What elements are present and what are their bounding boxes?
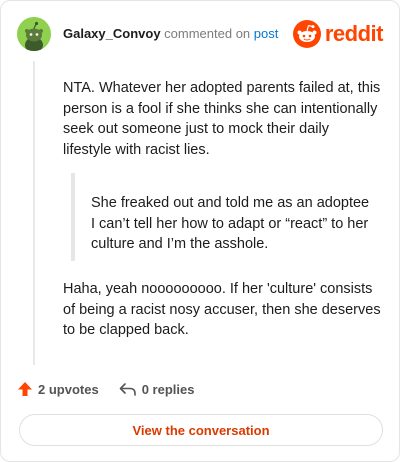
reply-count: 0 replies — [141, 381, 195, 397]
post-link[interactable]: post — [254, 26, 279, 41]
quote-bar — [71, 173, 75, 261]
reply-arrow-icon — [119, 383, 136, 396]
reddit-logo[interactable]: reddit — [292, 19, 384, 49]
upvote-button[interactable]: 2 upvotes — [17, 381, 99, 397]
author-name[interactable]: Galaxy_Convoy — [63, 26, 161, 41]
quoted-text: She freaked out and told me as an adopte… — [91, 195, 370, 252]
comment-header: Galaxy_Convoy commented on post reddit — [17, 17, 384, 53]
comment-paragraph-2: Haha, yeah nooooooooo. If her 'culture' … — [63, 281, 381, 338]
reply-button[interactable]: 0 replies — [119, 381, 195, 397]
author-line: Galaxy_Convoy commented on post — [63, 26, 278, 42]
comment-card: Galaxy_Convoy commented on post reddit N… — [0, 0, 400, 462]
view-conversation-button[interactable]: View the conversation — [19, 414, 383, 446]
reddit-wordmark: reddit — [324, 21, 384, 46]
comment-actions: 2 upvotes 0 replies — [17, 379, 214, 399]
commented-on-text: commented on — [164, 26, 251, 41]
reddit-snoo-icon — [292, 20, 321, 48]
comment-paragraph-1: NTA. Whatever her adopted parents failed… — [63, 80, 381, 158]
snoo-avatar-icon[interactable] — [17, 17, 51, 51]
thread-line — [33, 61, 35, 365]
upvote-count: 2 upvotes — [38, 381, 99, 397]
upvote-arrow-icon — [18, 382, 32, 396]
